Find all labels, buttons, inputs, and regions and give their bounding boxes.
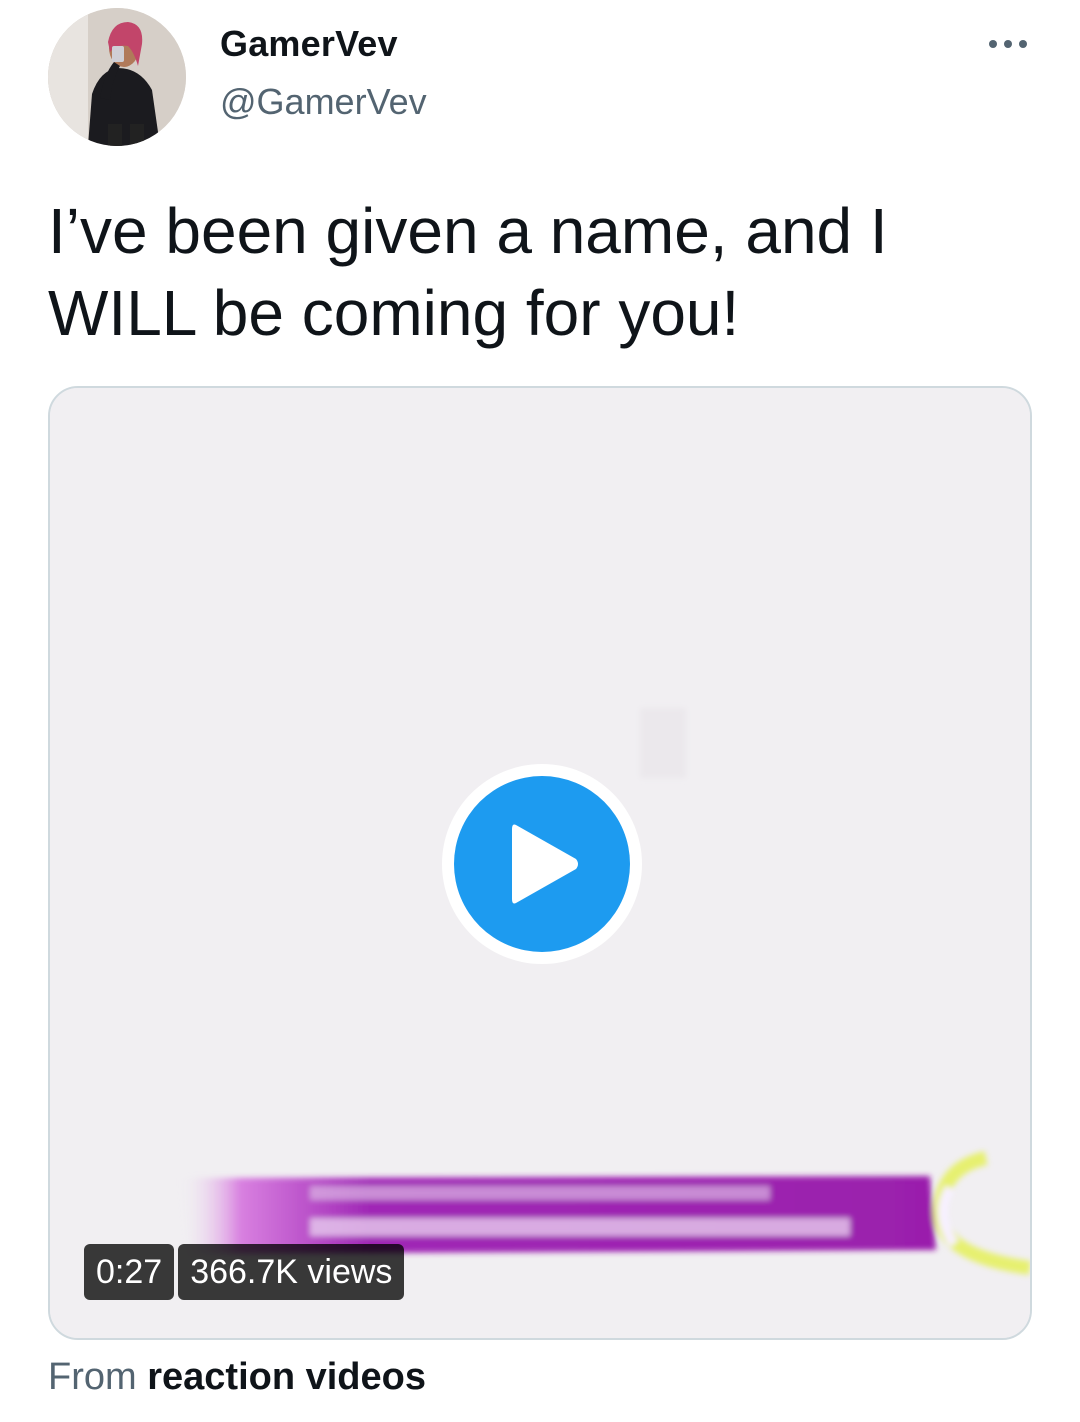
display-name[interactable]: GamerVev: [220, 22, 398, 66]
user-handle[interactable]: @GamerVev: [220, 80, 427, 124]
video-player[interactable]: 0:27 366.7K views: [48, 386, 1032, 1340]
more-dot: [1019, 40, 1027, 48]
play-icon: [512, 824, 578, 904]
more-horizontal-icon: [989, 40, 997, 48]
play-button[interactable]: [442, 764, 642, 964]
view-count: 366.7K views: [178, 1244, 405, 1300]
source-prefix: From: [48, 1356, 137, 1398]
video-badges: 0:27 366.7K views: [84, 1244, 405, 1300]
more-dot: [1004, 40, 1012, 48]
source-link[interactable]: reaction videos: [147, 1356, 426, 1398]
more-options-button[interactable]: [976, 20, 1040, 68]
video-duration: 0:27: [84, 1244, 175, 1300]
source-attribution: From reaction videos: [48, 1352, 426, 1402]
avatar[interactable]: [48, 8, 186, 146]
play-button-circle: [454, 776, 630, 952]
avatar-image: [48, 8, 186, 146]
tweet-text: I’ve been given a name, and I WILL be co…: [48, 195, 888, 349]
